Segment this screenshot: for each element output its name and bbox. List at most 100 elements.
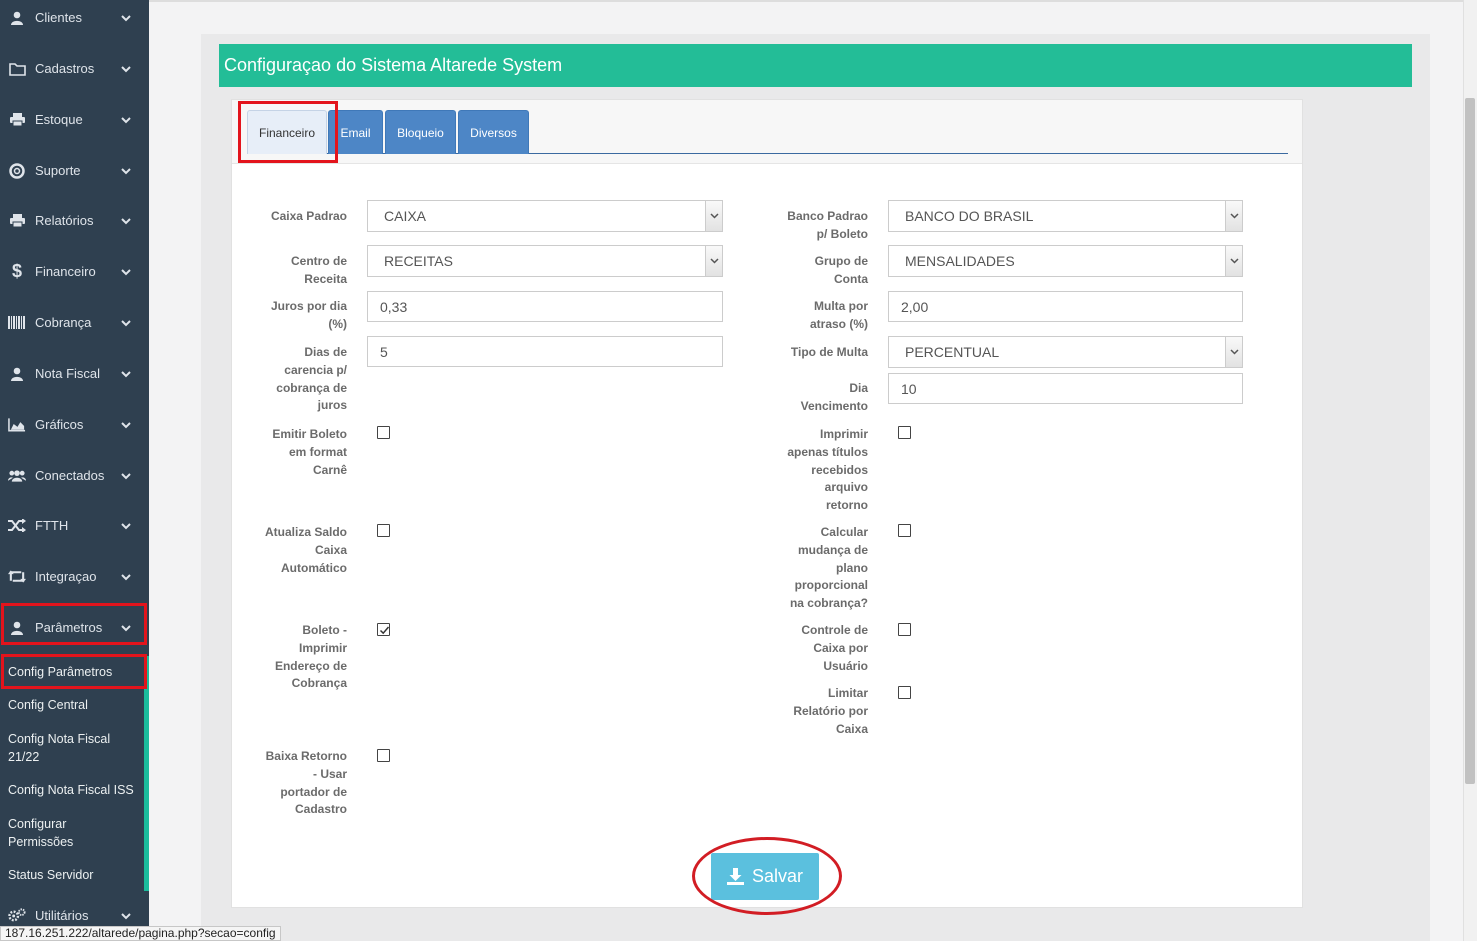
- sidebar-item-graficos[interactable]: Gráficos: [0, 399, 149, 450]
- sidebar-item-cadastros[interactable]: Cadastros: [0, 43, 149, 94]
- calcular-mudanca-checkbox[interactable]: [898, 524, 911, 537]
- boleto-endereco-label: Boleto - Imprimir Endereço de Cobrança: [237, 622, 347, 693]
- chevron-down-icon: [121, 163, 131, 178]
- sidebar-item-label: Nota Fiscal: [35, 366, 101, 381]
- tab-diversos[interactable]: Diversos: [458, 110, 529, 154]
- sidebar-item-nota-fiscal[interactable]: Nota Fiscal: [0, 348, 149, 399]
- tipo-multa-value: PERCENTUAL: [905, 344, 1000, 360]
- centro-receita-select[interactable]: RECEITAS: [367, 245, 723, 277]
- sidebar-item-estoque[interactable]: Estoque: [0, 94, 149, 145]
- folder-icon: [8, 62, 26, 76]
- submenu-status-servidor[interactable]: Status Servidor: [0, 866, 146, 884]
- chevron-down-icon: [121, 10, 131, 25]
- sidebar-item-ftth[interactable]: FTTH: [0, 500, 149, 551]
- chevron-down-icon: [121, 264, 131, 279]
- tab-bloqueio[interactable]: Bloqueio: [385, 110, 456, 154]
- sidebar-item-label: Suporte: [35, 163, 81, 178]
- chevron-down-icon: [121, 213, 131, 228]
- caixa-padrao-value: CAIXA: [384, 208, 427, 224]
- emitir-boleto-label-text: Emitir Boleto em format Carnê: [272, 427, 347, 477]
- lifebuoy-icon: [8, 162, 26, 179]
- baixa-retorno-checkbox[interactable]: [377, 749, 390, 762]
- chevron-down-icon: [121, 61, 131, 76]
- centro-receita-label: Centro de Receita: [237, 253, 347, 289]
- chevron-down-icon: [121, 315, 131, 330]
- limitar-relatorio-label-text: Limitar Relatório por Caixa: [793, 686, 868, 736]
- submenu-configurar-permissoes[interactable]: Configurar Permissões: [0, 815, 100, 851]
- caixa-padrao-select[interactable]: CAIXA: [367, 200, 723, 232]
- imprimir-titulos-label: Imprimir apenas títulos recebidos arquiv…: [758, 426, 868, 515]
- controle-caixa-checkbox[interactable]: [898, 623, 911, 636]
- dias-carencia-input[interactable]: 5: [367, 336, 723, 367]
- multa-atraso-label: Multa por atraso (%): [758, 298, 868, 334]
- sidebar-item-integracao[interactable]: Integraçao: [0, 551, 149, 602]
- checkmark-icon: [379, 626, 390, 635]
- chevron-down-icon: [1225, 201, 1242, 231]
- imprimir-titulos-label-text: Imprimir apenas títulos recebidos arquiv…: [787, 427, 868, 513]
- submenu-config-nota-fiscal-iss[interactable]: Config Nota Fiscal ISS: [0, 781, 146, 799]
- sidebar-item-conectados[interactable]: Conectados: [0, 450, 149, 501]
- user-icon: [8, 367, 26, 381]
- chevron-down-icon: [121, 569, 131, 584]
- dollar-icon: $: [11, 261, 22, 281]
- juros-dia-label: Juros por dia (%): [237, 298, 347, 334]
- save-button[interactable]: Salvar: [711, 853, 819, 900]
- printer-icon: [8, 213, 26, 228]
- multa-atraso-label-text: Multa por atraso (%): [809, 299, 868, 331]
- grupo-conta-label: Grupo de Conta: [758, 253, 868, 289]
- sidebar-item-label: Integraçao: [35, 569, 97, 584]
- sidebar-item-suporte[interactable]: Suporte: [0, 145, 149, 196]
- chevron-down-icon: [705, 246, 722, 276]
- banco-padrao-value: BANCO DO BRASIL: [905, 208, 1034, 224]
- dia-vencimento-label: Dia Vencimento: [758, 380, 868, 416]
- barcode-icon: [8, 316, 26, 329]
- atualiza-saldo-checkbox[interactable]: [377, 524, 390, 537]
- tipo-multa-select[interactable]: PERCENTUAL: [888, 336, 1243, 368]
- sidebar-item-clientes[interactable]: Clientes: [0, 0, 149, 43]
- calcular-mudanca-label: Calcular mudança de plano proporcional n…: [758, 524, 868, 613]
- sidebar: Clientes Cadastros Estoque Suporte Relat…: [0, 0, 149, 941]
- sidebar-item-label: Utilitários: [35, 908, 89, 923]
- boleto-endereco-checkbox[interactable]: [377, 623, 390, 636]
- scrollbar-thumb[interactable]: [1465, 98, 1475, 784]
- multa-atraso-input[interactable]: 2,00: [888, 291, 1243, 322]
- juros-dia-label-text: Juros por dia (%): [270, 299, 347, 331]
- imprimir-titulos-checkbox[interactable]: [898, 426, 911, 439]
- emitir-boleto-checkbox[interactable]: [377, 426, 390, 439]
- sidebar-item-relatorios[interactable]: Relatórios: [0, 195, 149, 246]
- tab-financeiro[interactable]: Financeiro: [247, 110, 327, 154]
- top-border: [149, 0, 1477, 2]
- submenu-config-central[interactable]: Config Central: [0, 696, 146, 714]
- sidebar-item-label: Financeiro: [35, 264, 96, 279]
- chevron-down-icon: [121, 366, 131, 381]
- chevron-down-icon: [705, 201, 722, 231]
- dia-vencimento-label-text: Dia Vencimento: [800, 381, 868, 413]
- baixa-retorno-label-text: Baixa Retorno - Usar portador de Cadastr…: [265, 749, 347, 817]
- atualiza-saldo-label: Atualiza Saldo Caixa Automático: [237, 524, 347, 577]
- download-icon: [726, 868, 744, 885]
- sidebar-item-cobranca[interactable]: Cobrança: [0, 297, 149, 348]
- limitar-relatorio-checkbox[interactable]: [898, 686, 911, 699]
- sidebar-item-label: Gráficos: [35, 417, 84, 432]
- tab-email[interactable]: Email: [328, 110, 383, 154]
- grupo-conta-select[interactable]: MENSALIDADES: [888, 245, 1243, 277]
- submenu-config-parametros[interactable]: Config Parâmetros: [0, 663, 146, 681]
- chevron-down-icon: [1225, 246, 1242, 276]
- calcular-mudanca-label-text: Calcular mudança de plano proporcional n…: [789, 525, 868, 611]
- juros-dia-input[interactable]: 0,33: [367, 291, 723, 322]
- sidebar-item-label: Conectados: [35, 468, 105, 483]
- emitir-boleto-label: Emitir Boleto em format Carnê: [237, 426, 347, 479]
- chevron-down-icon: [121, 468, 131, 483]
- dia-vencimento-input[interactable]: 10: [888, 373, 1243, 404]
- dias-carencia-label-text: Dias de carencia p/ cobrança de juros: [276, 345, 347, 413]
- centro-receita-label-text: Centro de Receita: [290, 254, 347, 286]
- sidebar-item-parametros[interactable]: Parâmetros: [0, 602, 149, 653]
- banco-padrao-select[interactable]: BANCO DO BRASIL: [888, 200, 1243, 232]
- atualiza-saldo-label-text: Atualiza Saldo Caixa Automático: [264, 525, 347, 575]
- sidebar-item-label: Clientes: [35, 10, 82, 25]
- submenu-config-nota-fiscal-21-22[interactable]: Config Nota Fiscal 21/22: [0, 730, 120, 766]
- retweet-icon: [8, 570, 26, 583]
- sidebar-item-financeiro[interactable]: $ Financeiro: [0, 246, 149, 297]
- grupo-conta-value: MENSALIDADES: [905, 253, 1015, 269]
- save-label: Salvar: [751, 866, 804, 886]
